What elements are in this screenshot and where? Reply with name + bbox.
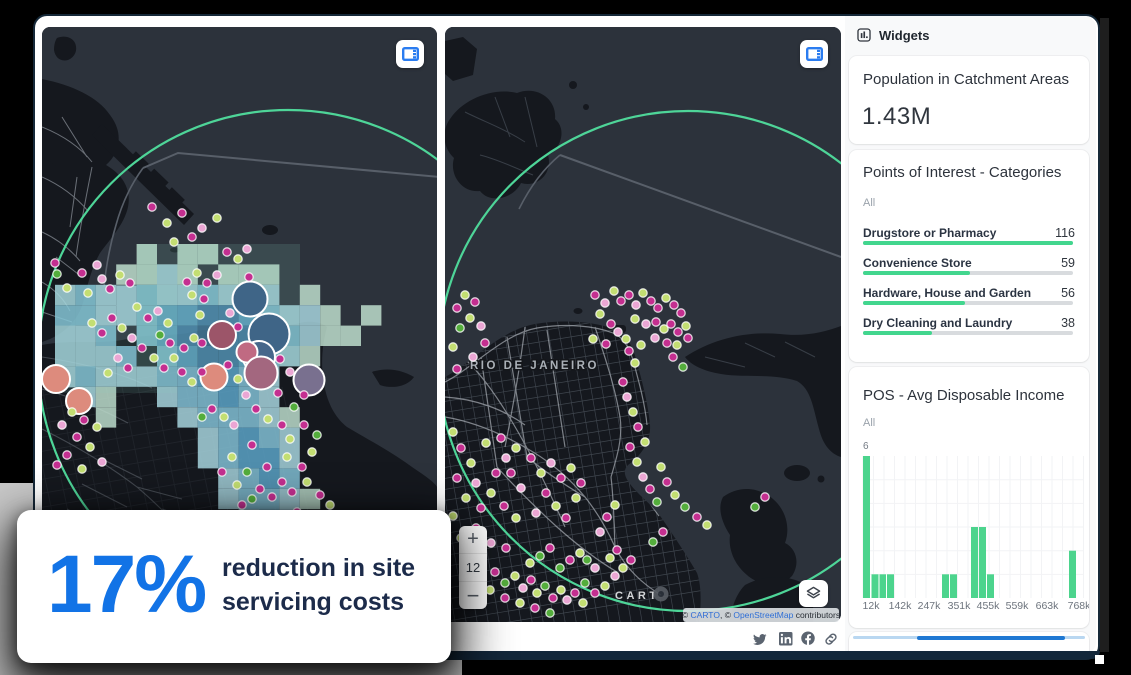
svg-text:RIO DE JANEIRO: RIO DE JANEIRO xyxy=(470,360,599,372)
svg-text:351k: 351k xyxy=(948,600,972,612)
svg-text:CART: CART xyxy=(615,590,660,602)
svg-text:768k: 768k xyxy=(1068,600,1089,612)
svg-text:247k: 247k xyxy=(918,600,942,612)
svg-text:455k: 455k xyxy=(977,600,1001,612)
svg-text:12k: 12k xyxy=(863,600,881,612)
svg-text:142k: 142k xyxy=(889,600,913,612)
svg-text:663k: 663k xyxy=(1036,600,1060,612)
svg-text:559k: 559k xyxy=(1006,600,1030,612)
